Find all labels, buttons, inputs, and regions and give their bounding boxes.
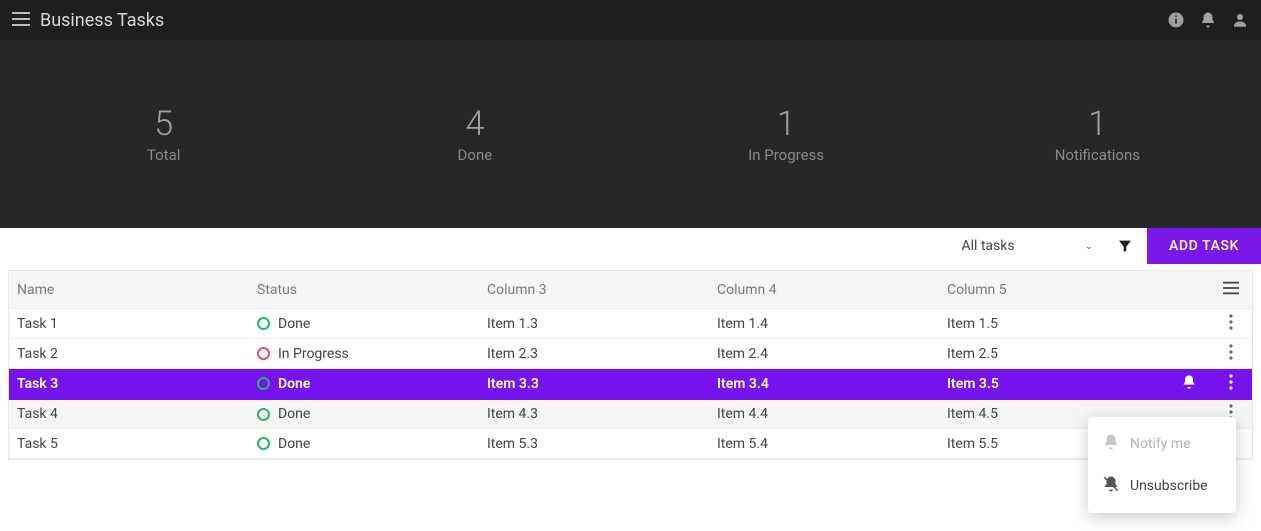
info-icon[interactable] [1167, 11, 1185, 29]
table-row[interactable]: Task 2In ProgressItem 2.3Item 2.4Item 2.… [9, 339, 1252, 369]
col-status[interactable]: Status [249, 282, 479, 298]
bell-icon [1102, 433, 1120, 455]
menu-notify-me: Notify me [1088, 423, 1236, 465]
menu-item-label: Unsubscribe [1130, 478, 1208, 494]
stats-panel: 5 Total 4 Done 1 In Progress 1 Notificat… [0, 40, 1261, 228]
table-row[interactable]: Task 5DoneItem 5.3Item 5.4Item 5.5 [9, 429, 1252, 459]
menu-unsubscribe[interactable]: Unsubscribe [1088, 465, 1236, 507]
stat-value: 4 [319, 104, 630, 144]
stat-notifications: 1 Notifications [942, 104, 1253, 164]
col-5[interactable]: Column 5 [939, 282, 1168, 298]
cell-c4: Item 1.4 [709, 316, 939, 332]
stat-value: 1 [631, 104, 942, 144]
row-context-menu: Notify me Unsubscribe [1088, 417, 1236, 513]
tasks-table: Name Status Column 3 Column 4 Column 5 T… [8, 270, 1253, 460]
cell-name: Task 3 [9, 376, 249, 392]
cell-c5: Item 1.5 [939, 316, 1168, 332]
col-name[interactable]: Name [9, 282, 249, 298]
bell-icon[interactable] [1181, 378, 1197, 394]
status-ring-icon [257, 437, 270, 450]
row-actions-icon[interactable] [1210, 344, 1252, 364]
cell-c3: Item 1.3 [479, 316, 709, 332]
table-row[interactable]: Task 3DoneItem 3.3Item 3.4Item 3.5 [9, 369, 1252, 399]
cell-bell [1168, 374, 1210, 394]
cell-status: Done [249, 316, 479, 332]
stat-inprogress: 1 In Progress [631, 104, 942, 164]
menu-item-label: Notify me [1130, 436, 1191, 452]
cell-status: In Progress [249, 346, 479, 362]
columns-menu-icon[interactable] [1210, 280, 1252, 300]
cell-c3: Item 5.3 [479, 436, 709, 452]
col-3[interactable]: Column 3 [479, 282, 709, 298]
status-ring-icon [257, 377, 270, 390]
menu-icon[interactable] [12, 11, 30, 30]
cell-c4: Item 2.4 [709, 346, 939, 362]
cell-status: Done [249, 436, 479, 452]
user-icon[interactable] [1231, 11, 1249, 29]
cell-c3: Item 4.3 [479, 406, 709, 422]
cell-c5: Item 2.5 [939, 346, 1168, 362]
stat-done: 4 Done [319, 104, 630, 164]
chevron-down-icon: ⌄ [1085, 241, 1093, 252]
stat-value: 1 [942, 104, 1253, 144]
cell-name: Task 5 [9, 436, 249, 452]
cell-c3: Item 2.3 [479, 346, 709, 362]
table-toolbar: All tasks ⌄ ADD TASK [0, 228, 1261, 264]
cell-name: Task 2 [9, 346, 249, 362]
cell-c4: Item 4.4 [709, 406, 939, 422]
status-ring-icon [257, 317, 270, 330]
stat-label: Done [319, 146, 630, 164]
table-row[interactable]: Task 1DoneItem 1.3Item 1.4Item 1.5 [9, 309, 1252, 339]
cell-c5: Item 3.5 [939, 376, 1168, 392]
bell-slash-icon [1102, 475, 1120, 497]
stat-total: 5 Total [8, 104, 319, 164]
status-ring-icon [257, 347, 270, 360]
stat-label: In Progress [631, 146, 942, 164]
bell-icon[interactable] [1199, 11, 1217, 29]
page-title: Business Tasks [40, 10, 164, 31]
table-header: Name Status Column 3 Column 4 Column 5 [9, 271, 1252, 309]
row-actions-icon[interactable] [1210, 314, 1252, 334]
table-row[interactable]: Task 4DoneItem 4.3Item 4.4Item 4.5 [9, 399, 1252, 429]
filter-icon[interactable] [1103, 228, 1147, 264]
cell-name: Task 4 [9, 406, 249, 422]
row-actions-icon[interactable] [1210, 374, 1252, 394]
stat-label: Total [8, 146, 319, 164]
filter-dropdown[interactable]: All tasks ⌄ [951, 228, 1103, 264]
cell-name: Task 1 [9, 316, 249, 332]
add-task-button[interactable]: ADD TASK [1147, 228, 1261, 264]
col-4[interactable]: Column 4 [709, 282, 939, 298]
cell-status: Done [249, 376, 479, 392]
cell-c3: Item 3.3 [479, 376, 709, 392]
status-ring-icon [257, 408, 270, 421]
filter-label: All tasks [961, 238, 1014, 254]
cell-c4: Item 3.4 [709, 376, 939, 392]
cell-c4: Item 5.4 [709, 436, 939, 452]
topbar: Business Tasks [0, 0, 1261, 40]
stat-label: Notifications [942, 146, 1253, 164]
stat-value: 5 [8, 104, 319, 144]
cell-status: Done [249, 406, 479, 422]
